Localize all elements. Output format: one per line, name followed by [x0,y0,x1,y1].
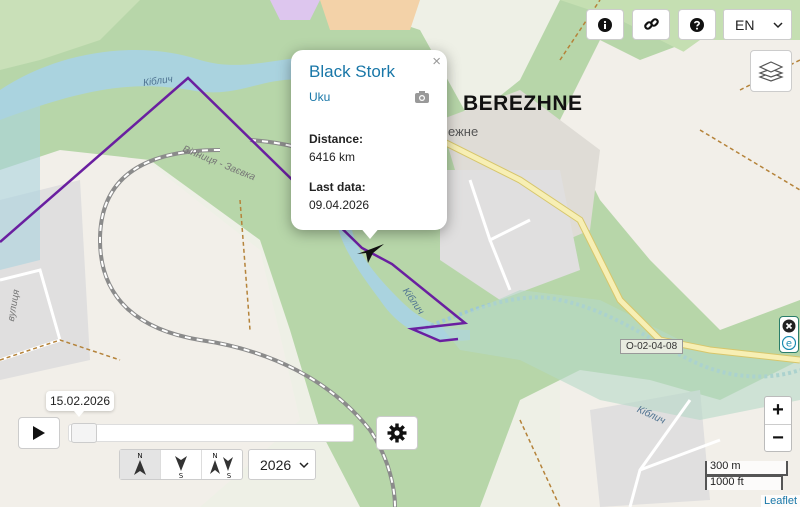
timeline-slider[interactable] [68,423,354,443]
attribution-link[interactable]: Leaflet [761,495,800,507]
bird-popup: × Black Stork Uku Distance: 6416 km Last… [291,50,447,230]
svg-text:S: S [227,472,232,479]
language-select[interactable]: EN [723,9,792,40]
town-label: BEREZHNE [463,92,583,115]
info-icon [598,17,612,32]
svg-text:N: N [212,452,217,460]
layers-icon [758,61,784,82]
last-data-label: Last data: [309,180,366,194]
e-badge-icon: e [782,336,796,350]
popup-close-button[interactable]: × [432,53,441,70]
chevron-down-icon [299,462,309,469]
svg-text:e: e [786,339,792,350]
distance-value: 6416 km [309,150,356,164]
town-label-small: ежне [448,124,479,139]
timeline-slider-thumb[interactable] [71,423,97,443]
popup-tip [359,226,381,239]
play-icon [33,426,45,440]
popup-subtitle[interactable]: Uku [309,90,429,104]
link-button[interactable] [632,9,670,40]
direction-south-button[interactable]: S [161,450,202,479]
camera-icon[interactable] [415,90,429,108]
play-button[interactable] [18,417,60,449]
date-tooltip: 15.02.2026 [46,391,114,417]
gear-icon [387,423,407,443]
side-widget[interactable]: e [779,316,799,353]
layers-button[interactable] [750,50,792,92]
north-arrow-icon: N [134,452,146,475]
zoom-in-button[interactable]: + [765,397,791,425]
scale-metric: 300 m [705,461,788,476]
help-button[interactable] [678,9,716,40]
close-circle-icon [782,319,796,333]
svg-text:S: S [179,472,184,479]
help-icon [690,17,704,32]
direction-both-button[interactable]: N S [202,450,242,479]
year-value: 2026 [260,456,292,473]
language-value: EN [735,16,755,33]
distance-label: Distance: [309,132,364,146]
year-select[interactable]: 2026 [248,449,316,480]
zoom-out-button[interactable]: − [765,425,791,452]
road-badge: O-02-04-08 [620,339,684,354]
direction-north-button[interactable]: N [120,450,161,479]
last-data-value: 09.04.2026 [309,198,370,212]
popup-title[interactable]: Black Stork [309,62,429,82]
settings-button[interactable] [376,416,418,450]
zoom-control: + − [764,396,792,452]
south-arrow-icon: S [175,455,187,479]
info-button[interactable] [586,9,624,40]
svg-text:N: N [137,452,142,460]
chevron-down-icon [773,22,783,29]
scale-imperial: 1000 ft [705,475,783,490]
direction-filter: N S N S [119,449,243,480]
north-south-arrow-icon: N S [210,452,233,479]
link-icon [643,18,659,30]
